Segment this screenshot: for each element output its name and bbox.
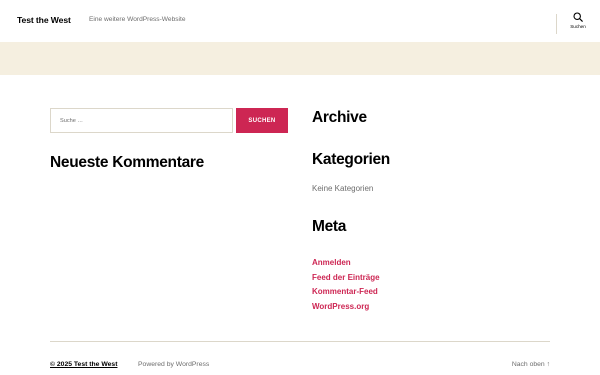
- list-item: Feed der Einträge: [312, 267, 380, 282]
- search-form: SUCHEN: [50, 108, 288, 133]
- search-icon: [563, 12, 593, 22]
- site-description: Eine weitere WordPress-Website: [89, 16, 186, 23]
- footer-copyright-link[interactable]: © 2025 Test the West: [50, 361, 117, 368]
- list-item: Kommentar-Feed: [312, 281, 380, 296]
- list-item: Anmelden: [312, 252, 380, 267]
- list-item: WordPress.org: [312, 296, 380, 311]
- search-toggle-label: Suchen: [570, 24, 586, 29]
- search-submit-button[interactable]: SUCHEN: [236, 108, 288, 133]
- archive-title: Archive: [312, 109, 367, 126]
- site-title-link[interactable]: Test the West: [17, 15, 71, 25]
- meta-links-list: Anmelden Feed der Einträge Kommentar-Fee…: [312, 252, 380, 311]
- meta-link-login[interactable]: Anmelden: [312, 258, 351, 267]
- footer-divider: [50, 341, 550, 342]
- categories-empty-text: Keine Kategorien: [312, 184, 374, 193]
- powered-by-link[interactable]: Powered by WordPress: [138, 361, 209, 368]
- recent-comments-title: Neueste Kommentare: [50, 154, 204, 171]
- search-input[interactable]: [50, 108, 233, 133]
- back-to-top-link[interactable]: Nach oben ↑: [512, 361, 550, 368]
- search-toggle-button[interactable]: Suchen: [563, 12, 593, 38]
- header-divider: [556, 14, 557, 34]
- meta-link-comments-feed[interactable]: Kommentar-Feed: [312, 287, 378, 296]
- site-header: Test the West Eine weitere WordPress-Web…: [0, 0, 600, 42]
- categories-title: Kategorien: [312, 151, 390, 168]
- meta-title: Meta: [312, 218, 347, 235]
- meta-link-wordpress-org[interactable]: WordPress.org: [312, 302, 369, 311]
- header-banner: [0, 42, 600, 75]
